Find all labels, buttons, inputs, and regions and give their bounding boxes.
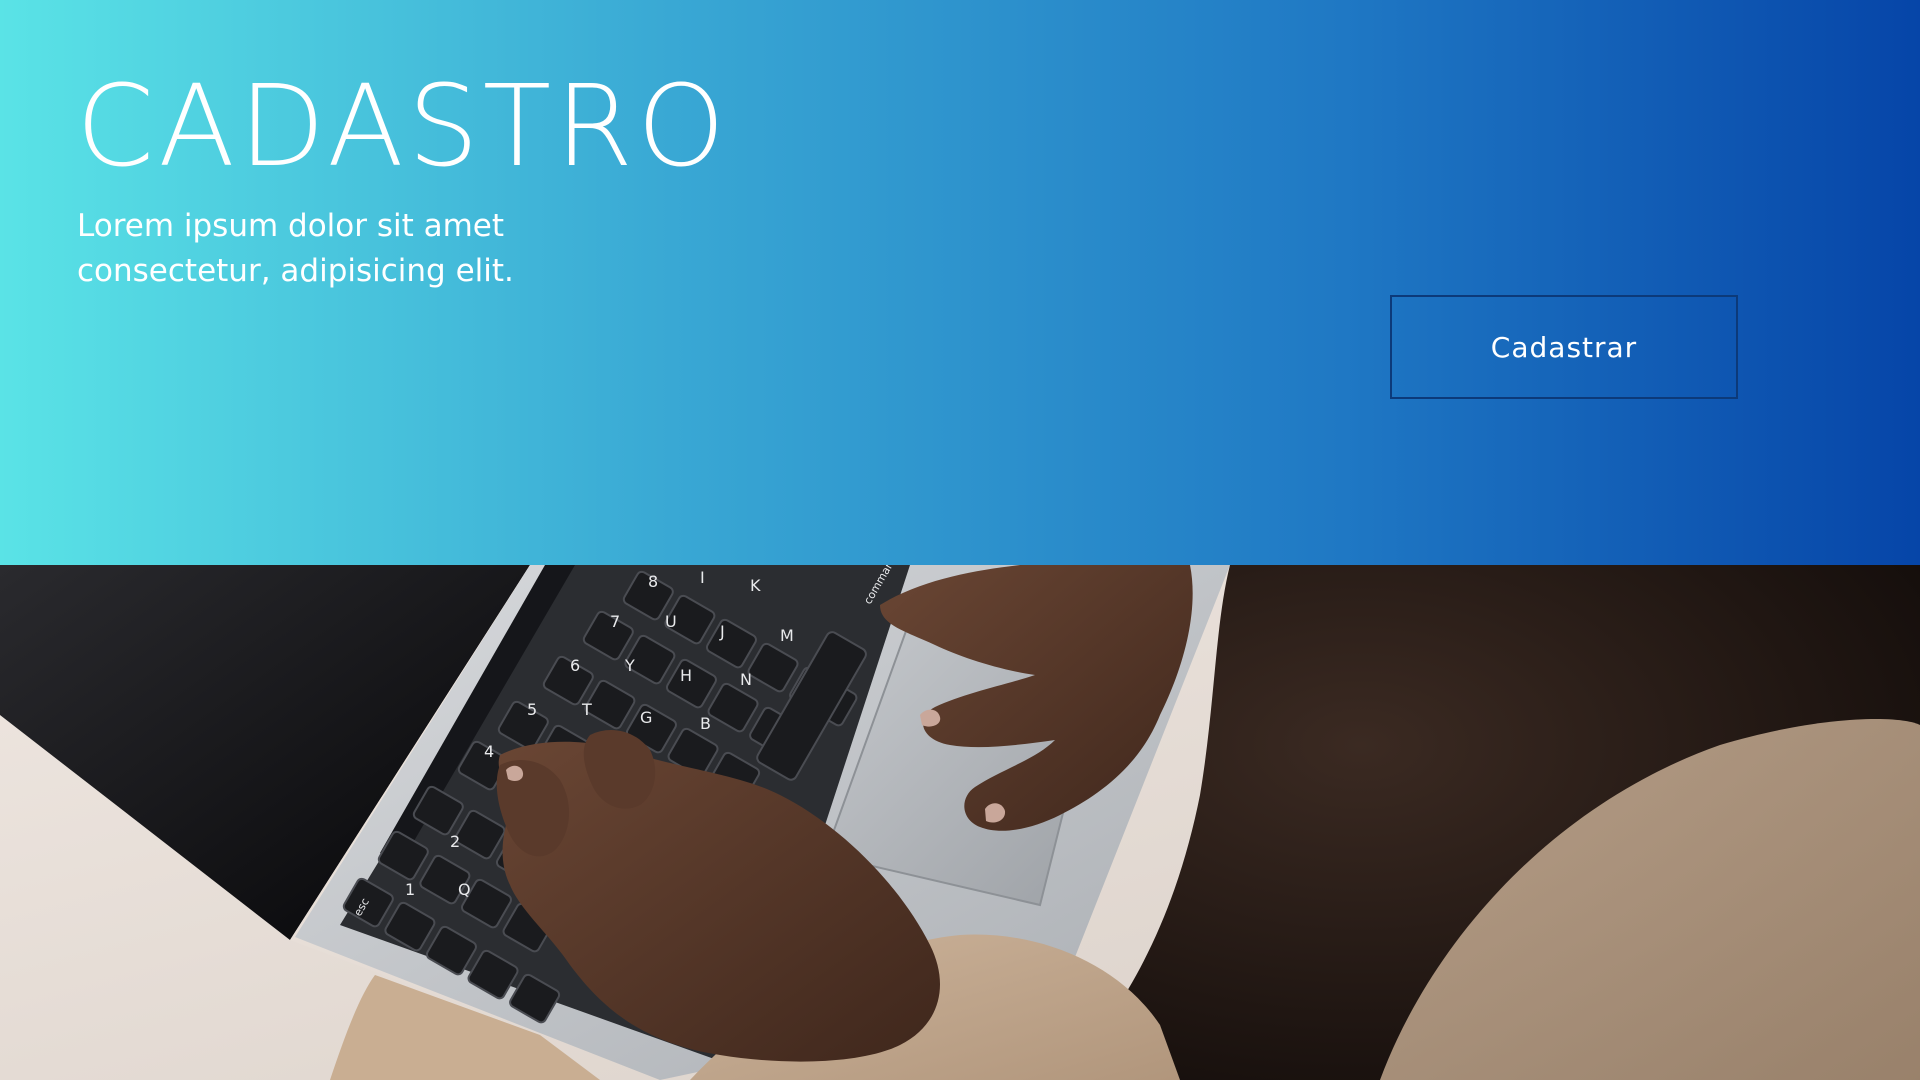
key-label-i: I	[700, 568, 705, 587]
hero-banner: CADASTRO Lorem ipsum dolor sit amet cons…	[0, 0, 1920, 565]
laptop-typing-illustration: command esc 8 I K 7 U J M 6 Y H N 5 T G …	[0, 565, 1920, 1080]
key-label-5: 5	[527, 700, 537, 719]
page-title: CADASTRO	[76, 62, 730, 192]
key-label-t: T	[581, 700, 592, 719]
key-label-7: 7	[610, 612, 620, 631]
key-label-4: 4	[484, 742, 494, 761]
key-label-k: K	[750, 576, 761, 595]
key-label-8: 8	[648, 572, 658, 591]
key-label-q: Q	[458, 880, 471, 899]
key-label-y: Y	[624, 656, 635, 675]
key-label-j: J	[719, 622, 725, 641]
key-label-2: 2	[450, 832, 460, 851]
register-button[interactable]: Cadastrar	[1390, 295, 1738, 399]
key-label-6: 6	[570, 656, 580, 675]
key-label-1: 1	[405, 880, 415, 899]
key-label-u: U	[665, 612, 677, 631]
key-label-h: H	[680, 666, 692, 685]
hero-photo: command esc 8 I K 7 U J M 6 Y H N 5 T G …	[0, 565, 1920, 1080]
key-label-b: B	[700, 714, 711, 733]
cadastro-page: CADASTRO Lorem ipsum dolor sit amet cons…	[0, 0, 1920, 1080]
right-hand-fingernail	[920, 709, 941, 727]
key-label-n: N	[740, 670, 752, 689]
hero-subtitle: Lorem ipsum dolor sit amet consectetur, …	[77, 208, 514, 289]
key-label-m: M	[780, 626, 794, 645]
left-hand-fingernail	[506, 765, 524, 781]
key-label-g: G	[640, 708, 652, 727]
